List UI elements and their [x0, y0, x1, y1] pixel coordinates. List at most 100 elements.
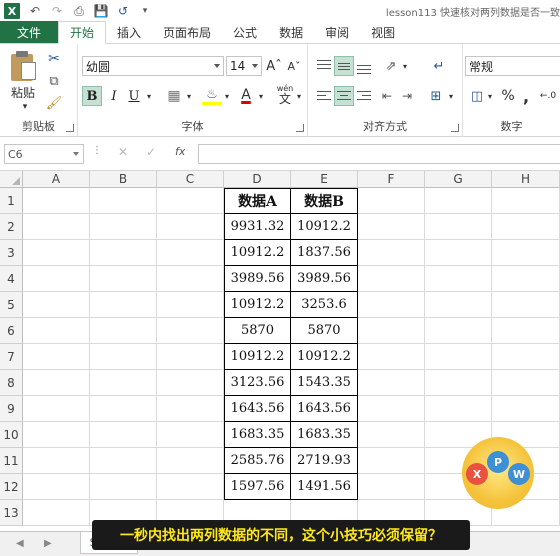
font-color-dropdown-icon[interactable]: ▾: [256, 89, 266, 103]
align-right-icon[interactable]: [354, 86, 374, 106]
decrease-font-icon[interactable]: Aˇ: [286, 58, 302, 74]
increase-decimal-icon[interactable]: ←.0: [537, 86, 559, 106]
cell-b10[interactable]: [90, 422, 157, 448]
row-header-2[interactable]: 2: [0, 214, 23, 240]
cell-f3[interactable]: [358, 240, 425, 266]
cell-f12[interactable]: [358, 474, 425, 500]
row-header-11[interactable]: 11: [0, 448, 23, 474]
phonetic-dropdown-icon[interactable]: ▾: [294, 89, 304, 103]
cell-d5[interactable]: 10912.2: [224, 292, 291, 318]
cell-c11[interactable]: [157, 448, 224, 474]
column-header-f[interactable]: F: [358, 171, 425, 188]
alignment-launcher-icon[interactable]: [451, 124, 459, 132]
font-launcher-icon[interactable]: [296, 124, 304, 132]
row-header-13[interactable]: 13: [0, 500, 23, 526]
cell-a2[interactable]: [23, 214, 90, 240]
percent-style-button[interactable]: %: [499, 86, 517, 106]
cut-icon[interactable]: ✂: [44, 50, 64, 68]
bottom-align-icon[interactable]: [354, 56, 374, 76]
cell-c12[interactable]: [157, 474, 224, 500]
cell-c2[interactable]: [157, 214, 224, 240]
cell-a3[interactable]: [23, 240, 90, 266]
scroll-left-icon[interactable]: ◀: [16, 538, 24, 549]
cell-h1[interactable]: [492, 188, 560, 214]
cell-a8[interactable]: [23, 370, 90, 396]
cell-f5[interactable]: [358, 292, 425, 318]
font-color-icon[interactable]: A: [236, 86, 256, 104]
merge-center-icon[interactable]: ⊞: [426, 86, 446, 106]
cell-h6[interactable]: [492, 318, 560, 344]
row-header-12[interactable]: 12: [0, 474, 23, 500]
cell-d6[interactable]: 5870: [224, 318, 291, 344]
cell-b3[interactable]: [90, 240, 157, 266]
cell-a11[interactable]: [23, 448, 90, 474]
cell-d1[interactable]: 数据A: [224, 188, 291, 214]
wrap-text-icon[interactable]: ↵: [428, 56, 450, 76]
column-header-h[interactable]: H: [492, 171, 560, 188]
cell-b9[interactable]: [90, 396, 157, 422]
cell-c6[interactable]: [157, 318, 224, 344]
row-header-9[interactable]: 9: [0, 396, 23, 422]
tab-home[interactable]: 开始: [58, 21, 107, 44]
undo-redo-icon[interactable]: ↶: [24, 1, 46, 21]
tab-view[interactable]: 视图: [360, 21, 406, 43]
cell-f8[interactable]: [358, 370, 425, 396]
cell-d3[interactable]: 10912.2: [224, 240, 291, 266]
cell-b2[interactable]: [90, 214, 157, 240]
phonetic-icon[interactable]: wén 文: [274, 83, 296, 107]
cell-d2[interactable]: 9931.32: [224, 214, 291, 240]
font-size-combo[interactable]: 14: [226, 56, 262, 76]
cell-d11[interactable]: 2585.76: [224, 448, 291, 474]
row-header-1[interactable]: 1: [0, 188, 23, 214]
tab-formulas[interactable]: 公式: [222, 21, 268, 43]
borders-icon[interactable]: ▦: [164, 87, 184, 105]
format-painter-icon[interactable]: 🖌: [44, 94, 64, 112]
cell-h4[interactable]: [492, 266, 560, 292]
increase-font-icon[interactable]: Aˆ: [266, 58, 282, 74]
cell-b1[interactable]: [90, 188, 157, 214]
cell-e7[interactable]: 10912.2: [291, 344, 358, 370]
row-header-4[interactable]: 4: [0, 266, 23, 292]
cell-c8[interactable]: [157, 370, 224, 396]
tab-file[interactable]: 文件: [0, 21, 58, 43]
cell-c9[interactable]: [157, 396, 224, 422]
cell-g9[interactable]: [425, 396, 492, 422]
accounting-format-icon[interactable]: ◫: [467, 86, 487, 106]
cell-e11[interactable]: 2719.93: [291, 448, 358, 474]
cell-e1[interactable]: 数据B: [291, 188, 358, 214]
cell-c7[interactable]: [157, 344, 224, 370]
cell-a13[interactable]: [23, 500, 90, 526]
cell-h2[interactable]: [492, 214, 560, 240]
cell-d8[interactable]: 3123.56: [224, 370, 291, 396]
cell-f11[interactable]: [358, 448, 425, 474]
cell-g2[interactable]: [425, 214, 492, 240]
cancel-icon[interactable]: ✕: [118, 145, 128, 159]
underline-button[interactable]: U: [124, 86, 144, 106]
row-header-8[interactable]: 8: [0, 370, 23, 396]
formula-input[interactable]: [198, 144, 560, 164]
middle-align-icon[interactable]: [334, 56, 354, 76]
cell-e6[interactable]: 5870: [291, 318, 358, 344]
tab-data[interactable]: 数据: [268, 21, 314, 43]
cell-h7[interactable]: [492, 344, 560, 370]
top-align-icon[interactable]: [314, 56, 334, 76]
customize-qat-icon[interactable]: ▾: [134, 1, 156, 21]
cell-a9[interactable]: [23, 396, 90, 422]
cell-g6[interactable]: [425, 318, 492, 344]
cell-c10[interactable]: [157, 422, 224, 448]
row-header-5[interactable]: 5: [0, 292, 23, 318]
cell-e4[interactable]: 3989.56: [291, 266, 358, 292]
cell-a5[interactable]: [23, 292, 90, 318]
decrease-indent-icon[interactable]: ⇤: [378, 86, 396, 106]
cell-g5[interactable]: [425, 292, 492, 318]
cell-d10[interactable]: 1683.35: [224, 422, 291, 448]
cell-c3[interactable]: [157, 240, 224, 266]
column-header-a[interactable]: A: [23, 171, 90, 188]
fill-color-icon[interactable]: ♨: [202, 87, 222, 105]
cell-a7[interactable]: [23, 344, 90, 370]
fill-color-dropdown-icon[interactable]: ▾: [222, 89, 232, 103]
cell-e2[interactable]: 10912.2: [291, 214, 358, 240]
paste-icon[interactable]: [8, 50, 38, 82]
cell-g1[interactable]: [425, 188, 492, 214]
cell-a6[interactable]: [23, 318, 90, 344]
